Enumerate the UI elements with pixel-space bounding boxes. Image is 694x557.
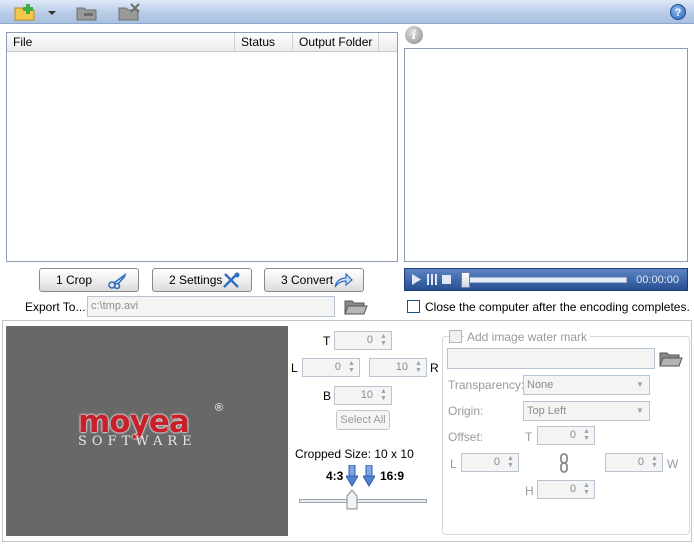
seek-thumb[interactable] <box>461 272 470 288</box>
export-path-field[interactable]: c:\tmp.avi <box>87 296 335 317</box>
stop-icon[interactable] <box>441 274 452 285</box>
offset-top-label: T <box>525 430 533 444</box>
player-bar: 00:00:00 <box>404 268 688 291</box>
clear-list-icon[interactable] <box>118 3 142 21</box>
crop-preview: moyea ® SOFTWARE <box>6 326 288 536</box>
origin-select[interactable]: Top Left ▼ <box>523 401 650 421</box>
add-dropdown-arrow-icon[interactable] <box>46 3 58 21</box>
ratio-slider-thumb[interactable] <box>346 490 358 510</box>
convert-button-label: 3 Convert <box>281 273 334 287</box>
transparency-label: Transparency: <box>448 378 525 392</box>
crop-top-value: 0 <box>366 334 373 346</box>
ratio-16-9-label[interactable]: 16:9 <box>380 469 404 483</box>
origin-value: Top Left <box>527 405 567 417</box>
spinner-arrows-icon[interactable]: ▲ ▼ <box>649 455 660 470</box>
spinner-arrows-icon[interactable]: ▲ ▼ <box>413 360 424 375</box>
convert-arrow-icon <box>334 272 353 288</box>
offset-left-spinner[interactable]: 0 ▲ ▼ <box>461 453 519 472</box>
settings-button-label: 2 Settings <box>169 273 223 287</box>
link-icon[interactable] <box>559 453 569 473</box>
settings-button[interactable]: 2 Settings <box>152 268 252 292</box>
video-preview <box>404 48 688 262</box>
step-icon[interactable] <box>426 274 437 285</box>
spinner-arrows-icon[interactable]: ▲ ▼ <box>378 333 389 348</box>
main-toolbar: ? <box>0 0 694 24</box>
crop-top-label: T <box>323 334 331 348</box>
spinner-arrows-icon[interactable]: ▲ ▼ <box>505 455 516 470</box>
transparency-select[interactable]: None ▼ <box>523 375 650 395</box>
offset-top-value: 0 <box>569 429 576 441</box>
offset-label: Offset: <box>448 430 484 444</box>
offset-width-label: W <box>667 457 679 471</box>
crop-bottom-value: 10 <box>360 389 373 401</box>
offset-width-spinner[interactable]: 0 ▲ ▼ <box>605 453 663 472</box>
shutdown-label: Close the computer after the encoding co… <box>425 300 690 314</box>
tools-icon <box>223 272 240 288</box>
export-to-label: Export To... <box>25 300 86 314</box>
ratio-4-3-label[interactable]: 4:3 <box>326 469 343 483</box>
spinner-arrows-icon[interactable]: ▲ ▼ <box>378 388 389 403</box>
chevron-down-icon[interactable]: ▼ <box>633 404 647 418</box>
ratio-slider-track[interactable] <box>299 499 427 503</box>
spinner-arrows-icon[interactable]: ▲ ▼ <box>581 428 592 443</box>
crop-right-label: R <box>430 361 439 375</box>
offset-height-value: 0 <box>569 483 576 495</box>
browse-folder-icon[interactable] <box>344 296 368 316</box>
crop-left-spinner[interactable]: 0 ▲ ▼ <box>302 358 360 377</box>
info-icon[interactable]: i <box>405 26 423 44</box>
crop-button[interactable]: 1 Crop <box>39 268 139 292</box>
help-icon[interactable]: ? <box>670 4 686 20</box>
ratio-4-3-arrow-icon[interactable] <box>346 465 358 487</box>
crop-bottom-label: B <box>323 389 332 403</box>
add-file-icon[interactable] <box>14 3 38 21</box>
crop-bottom-spinner[interactable]: 10 ▲ ▼ <box>334 386 392 405</box>
offset-height-label: H <box>525 484 534 498</box>
cropped-size-label: Cropped Size: 10 x 10 <box>295 447 414 461</box>
offset-top-spinner[interactable]: 0 ▲ ▼ <box>537 426 595 445</box>
shutdown-checkbox[interactable] <box>407 300 420 313</box>
file-list-header: File Status Output Folder <box>7 33 397 52</box>
crop-right-value: 10 <box>395 361 408 373</box>
offset-left-value: 0 <box>493 456 500 468</box>
ratio-16-9-arrow-icon[interactable] <box>363 465 375 487</box>
watermark-browse-folder-icon[interactable] <box>659 348 683 368</box>
chevron-down-icon[interactable]: ▼ <box>633 378 647 392</box>
column-header-output-folder[interactable]: Output Folder <box>293 33 379 52</box>
crop-button-label: 1 Crop <box>56 273 93 287</box>
play-icon[interactable] <box>411 274 422 285</box>
origin-label: Origin: <box>448 404 484 418</box>
crop-right-spinner[interactable]: 10 ▲ ▼ <box>369 358 427 377</box>
offset-height-spinner[interactable]: 0 ▲ ▼ <box>537 480 595 499</box>
crop-left-label: L <box>291 361 298 375</box>
crop-left-value: 0 <box>334 361 341 373</box>
watermark-checkbox[interactable] <box>449 330 462 343</box>
seek-track[interactable] <box>465 277 627 283</box>
scissors-icon <box>108 273 127 289</box>
column-header-file[interactable]: File <box>7 33 235 52</box>
spinner-arrows-icon[interactable]: ▲ ▼ <box>346 360 357 375</box>
column-header-status[interactable]: Status <box>235 33 293 52</box>
registered-mark: ® <box>215 402 224 414</box>
brand-subtitle: SOFTWARE <box>78 434 197 449</box>
select-all-button[interactable]: Select All <box>336 410 390 430</box>
remove-file-icon[interactable] <box>76 3 100 21</box>
offset-left-label: L <box>450 457 457 471</box>
crop-top-spinner[interactable]: 0 ▲ ▼ <box>334 331 392 350</box>
file-list[interactable]: File Status Output Folder <box>6 32 398 262</box>
time-display: 00:00:00 <box>636 274 679 286</box>
convert-button[interactable]: 3 Convert <box>264 268 364 292</box>
watermark-checkbox-label: Add image water mark <box>464 330 591 344</box>
spinner-arrows-icon[interactable]: ▲ ▼ <box>581 482 592 497</box>
watermark-image-path-field[interactable] <box>447 348 655 369</box>
transparency-value: None <box>527 379 554 391</box>
offset-width-value: 0 <box>637 456 644 468</box>
